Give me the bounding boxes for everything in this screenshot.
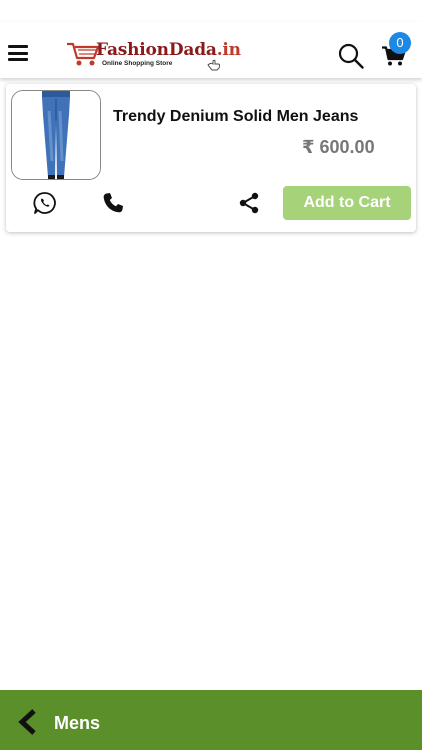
search-icon[interactable]: [338, 43, 364, 69]
logo-tagline: Online Shopping Store: [102, 60, 173, 67]
share-icon[interactable]: [238, 192, 260, 214]
status-bar: [0, 0, 422, 22]
product-title[interactable]: Trendy Denium Solid Men Jeans: [113, 108, 358, 126]
product-card[interactable]: Trendy Denium Solid Men Jeans ₹ 600.00 A…: [6, 84, 416, 232]
bottom-category-bar: Mens: [0, 690, 422, 750]
product-price: ₹ 600.00: [302, 137, 375, 157]
menu-icon[interactable]: [8, 45, 28, 61]
logo-cart-icon: [67, 42, 100, 66]
pointer-hand-icon: [207, 59, 221, 71]
whatsapp-icon[interactable]: [33, 191, 57, 215]
add-to-cart-button[interactable]: Add to Cart: [283, 186, 411, 220]
logo[interactable]: FashionDada.in Online Shopping Store: [66, 39, 241, 73]
phone-icon[interactable]: [102, 192, 124, 214]
category-title: Mens: [54, 713, 101, 733]
back-chevron-icon[interactable]: [16, 709, 38, 735]
logo-text: FashionDada.in: [96, 40, 241, 60]
cart-count-badge: 0: [389, 32, 411, 54]
logo-tld: .in: [216, 40, 241, 60]
app-header: FashionDada.in Online Shopping Store 0: [0, 22, 422, 78]
product-image[interactable]: [11, 90, 101, 180]
logo-brand: FashionDada: [96, 40, 217, 60]
jeans-image: [12, 91, 100, 179]
